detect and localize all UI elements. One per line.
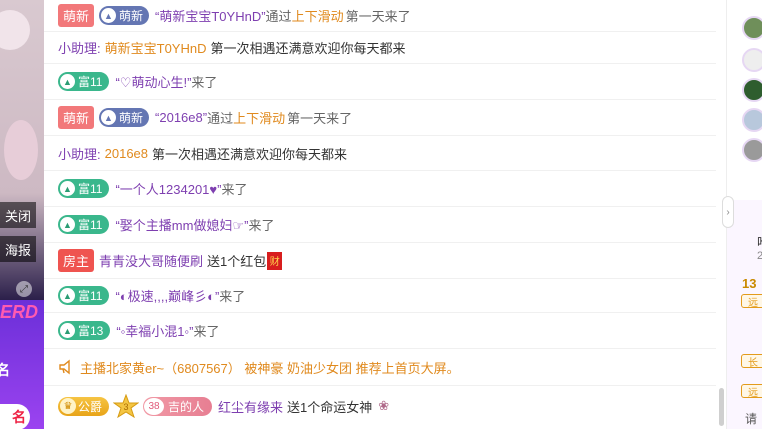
fortune-badge: ▲ 富11 (58, 179, 110, 198)
fan-club-badge: 38 吉的人 (143, 396, 213, 416)
expand-icon[interactable]: ⤢ (16, 281, 32, 297)
assistant-name: 小助理: (58, 41, 101, 56)
water-drop-icon: ▲ (101, 8, 117, 23)
chat-row: ▲ 富11 “♡萌动心生!” 来了 (44, 64, 716, 100)
chat-username[interactable]: 红尘有缘来 (218, 397, 283, 416)
water-drop-icon: ▲ (60, 288, 75, 303)
chat-list[interactable]: 萌新 ▲ 萌新 “萌新宝宝T0YHnD” 通过 上下滑动 第一天来了 小助理: 萌… (44, 0, 716, 429)
host-badge: 房主 (58, 249, 95, 272)
chat-row: 萌新 ▲ 萌新 “2016e8” 通过 上下滑动 第一天来了 (44, 100, 716, 136)
live-room-view: 关闭 海报 ERD ⤢ 名 名 萌新 ▲ 萌新 “萌新宝宝T0YHnD” 通过 上… (0, 0, 762, 429)
chat-row: ▲ 富11 “娶个主播mm做媳妇☞” 来了 (44, 207, 716, 243)
footer-label: 请 (745, 412, 758, 426)
decor-blob (0, 10, 30, 50)
chat-row: ▲ 富11 “一个人1234201♥” 来了 (44, 171, 716, 207)
decor-blob (4, 120, 38, 180)
avatar[interactable] (742, 16, 762, 40)
chat-text: 通过 (207, 111, 234, 126)
chat-username[interactable]: “♡萌动心生!” (115, 72, 191, 91)
newbie-badge: 萌新 (58, 106, 95, 129)
chat-text: 第一次相遇还满意欢迎你每天都来 (152, 146, 348, 162)
fortune-badge: ▲ 富13 (58, 321, 111, 340)
avatar[interactable] (742, 78, 762, 102)
avatar[interactable] (742, 108, 762, 132)
star-level-icon: 3 (113, 394, 140, 418)
crown-icon: ♛ (60, 398, 76, 414)
chat-text: 第一次相遇还满意欢迎你每天都来 (210, 41, 406, 56)
chat-text: 第一天来了 (287, 111, 353, 126)
scrollbar-thumb[interactable] (719, 388, 724, 426)
assistant-name: 小助理: (58, 146, 101, 162)
chat-row: 萌新 ▲ 萌新 “萌新宝宝T0YHnD” 通过 上下滑动 第一天来了 (44, 0, 716, 32)
svg-text:3: 3 (124, 402, 129, 412)
water-drop-icon: ▲ (60, 181, 75, 196)
ranking-count: 13 (742, 276, 757, 291)
promo-tag-pill[interactable]: 名 (0, 404, 30, 429)
video-panel: 关闭 海报 ERD ⤢ 名 名 (0, 0, 44, 429)
announcement-text: 主播北家黄er~（6807567） 被神豪 奶油少女团 推荐上首页大屏。 (80, 360, 460, 376)
water-drop-icon: ▲ (101, 110, 117, 125)
avatar[interactable] (742, 138, 762, 162)
chat-username[interactable]: 2016e8 (105, 146, 148, 161)
ranking-label: 咐 (757, 232, 762, 251)
chat-username[interactable]: “一个人1234201♥” (115, 179, 221, 198)
water-drop-icon: ▲ (60, 323, 75, 338)
fan-level: 38 (144, 397, 165, 415)
guard-chip[interactable]: 远 (741, 294, 762, 309)
close-button[interactable]: 关闭 (0, 202, 36, 228)
chat-text: 来了 (221, 182, 248, 197)
chat-text: 来了 (191, 75, 218, 90)
gift-icon: ❀ (378, 398, 390, 413)
collapse-toggle-icon[interactable]: › (722, 196, 734, 228)
chat-username[interactable]: “◐极速,,,,巅峰彡◐” (115, 286, 219, 305)
newbie-level-badge: ▲ 萌新 (99, 108, 150, 127)
chat-text: 来了 (193, 324, 220, 339)
promo-text: ERD (0, 302, 39, 322)
avatar[interactable] (742, 48, 762, 72)
chat-text: 送1个红包 (207, 254, 267, 269)
chat-username[interactable]: 青青没大哥随便刷 (99, 251, 203, 270)
noble-medal: ♛ 公爵 (58, 396, 110, 416)
water-drop-icon: ▲ (60, 217, 75, 232)
chat-source: 上下滑动 (291, 9, 344, 24)
ranking-value: 2 (757, 250, 762, 262)
water-drop-icon: ▲ (60, 74, 75, 89)
chat-row: ▲ 富13 “◦幸福小混1◦” 来了 (44, 313, 716, 349)
chat-text: 来了 (248, 218, 275, 233)
fortune-badge: ▲ 富11 (58, 286, 110, 305)
chat-text: 通过 (265, 9, 292, 24)
chat-row: 小助理: 萌新宝宝T0YHnD 第一次相遇还满意欢迎你每天都来 (44, 32, 716, 64)
fortune-badge: ▲ 富11 (58, 72, 110, 91)
chat-text: 第一天来了 (345, 9, 411, 24)
red-envelope-icon[interactable]: 财 (267, 251, 283, 270)
chat-text: 送1个命运女神 (287, 399, 373, 415)
chat-row: ▲ 富11 “◐极速,,,,巅峰彡◐” 来了 (44, 279, 716, 313)
chat-row: ♛ 公爵 3 38 吉的人 红尘有缘来 送1个命运女神 ❀ (44, 386, 716, 426)
megaphone-icon (58, 359, 74, 375)
newbie-badge: 萌新 (58, 4, 95, 27)
guard-chip[interactable]: 长 (741, 354, 762, 369)
chat-row: 小助理: 2016e8 第一次相遇还满意欢迎你每天都来 (44, 136, 716, 171)
chat-username[interactable]: “2016e8” (155, 110, 207, 125)
chat-source: 上下滑动 (233, 111, 286, 126)
poster-button[interactable]: 海报 (0, 236, 36, 262)
guard-chip[interactable]: 远 (741, 384, 762, 399)
chat-row: 房主 青青没大哥随便刷 送1个红包 财 (44, 243, 716, 279)
chat-text: 来了 (219, 289, 246, 304)
chat-username[interactable]: 萌新宝宝T0YHnD (105, 38, 207, 57)
fortune-badge: ▲ 富11 (58, 215, 110, 234)
chat-username[interactable]: “娶个主播mm做媳妇☞” (115, 215, 248, 234)
chat-row: 主播北家黄er~（6807567） 被神豪 奶油少女团 推荐上首页大屏。 (44, 349, 716, 386)
chat-username[interactable]: “◦幸福小混1◦” (116, 321, 193, 340)
chat-username[interactable]: “萌新宝宝T0YHnD” (155, 6, 266, 25)
newbie-level-badge: ▲ 萌新 (99, 6, 150, 25)
